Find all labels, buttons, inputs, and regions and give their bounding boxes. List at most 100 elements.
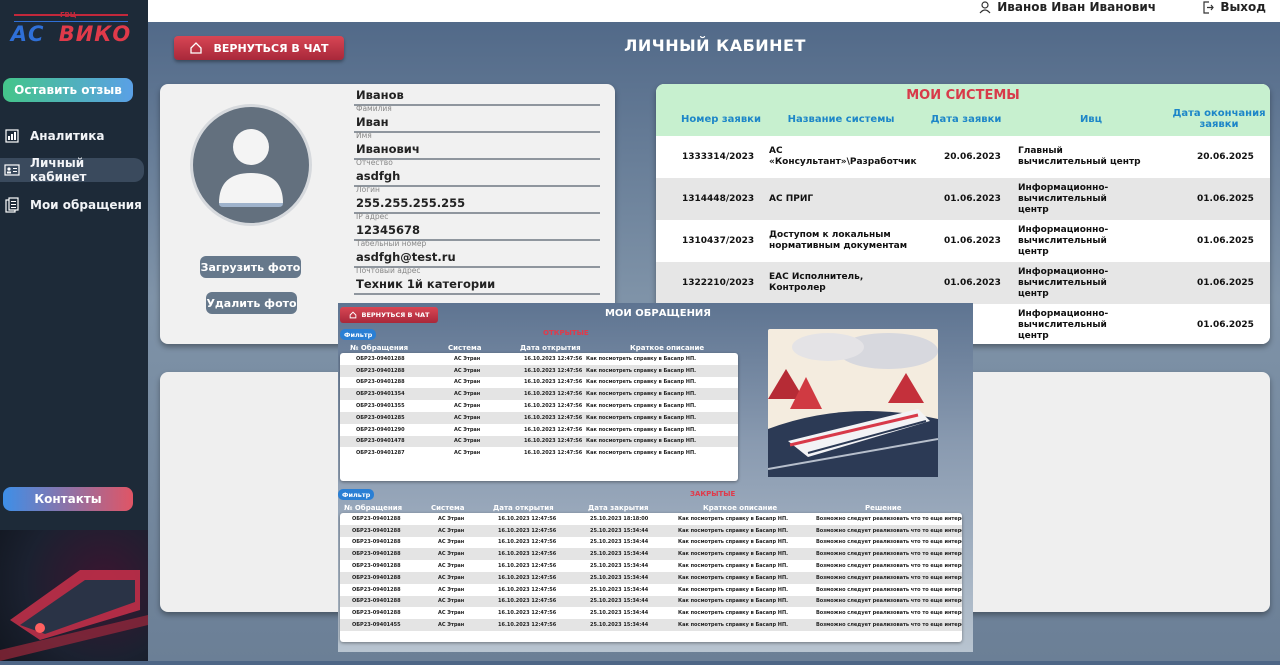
table-row[interactable]: ОБР23-09401288 АС Этран 16.10.2023 12:47:5…	[340, 548, 962, 561]
cell-system: Доступом к локальным нормативным докумен…	[769, 230, 908, 251]
cell-system: АС Этран	[438, 527, 465, 534]
cell-end-date: 01.06.2025	[1197, 319, 1254, 330]
table-row[interactable]: 1310437/2023 Доступом к локальным нормат…	[656, 220, 1270, 262]
table-row[interactable]: ОБР23-09401290 АС Этран 16.10.2023 12:47:5…	[340, 424, 738, 436]
closed-col-system: Система	[431, 504, 465, 512]
cell-solution: Возможно следует реализовать что то еще …	[816, 551, 962, 558]
table-row[interactable]: 1333314/2023 АС «Консультант»\Разработчи…	[656, 136, 1270, 178]
cell-number: ОБР23-09401288	[352, 586, 401, 593]
cell-description: Как посмотреть справку в Басапр НП.	[586, 426, 697, 433]
cell-open-date: 16.10.2023 12:47:56	[498, 610, 557, 617]
col-header-number: Номер заявки	[681, 114, 761, 125]
field-first-name[interactable]: Фамилия Иван	[354, 104, 600, 133]
table-row[interactable]: ОБР23-09401288 АС Этран 16.10.2023 12:47:5…	[340, 537, 962, 549]
back-to-chat-button[interactable]: ВЕРНУТЬСЯ В ЧАТ	[174, 36, 344, 60]
cell-system: АС Этран	[438, 610, 465, 617]
sidebar-item-profile[interactable]: Личный кабинет	[0, 156, 144, 184]
avatar	[190, 104, 312, 226]
cell-number: ОБР23-09401290	[356, 426, 405, 433]
filter-button-open[interactable]: Фильтр	[340, 329, 377, 340]
cell-description: Как посмотреть справку в Басапр НП.	[586, 355, 697, 362]
table-row[interactable]: ОБР23-09401288 АС Этран 16.10.2023 12:47:5…	[340, 571, 962, 584]
field-ip[interactable]: Логин 255.255.255.255	[354, 185, 600, 214]
field-label: IP адрес	[356, 212, 389, 221]
field-position[interactable]: Почтовый адрес Техник 1й категории	[354, 266, 600, 295]
table-row[interactable]: ОБР23-09401478 АС Этран 16.10.2023 12:47:5…	[340, 435, 738, 448]
cell-system: АС Этран	[454, 450, 481, 457]
table-row[interactable]: ОБР23-09401288 АС Этран 16.10.2023 12:47:5…	[340, 584, 962, 596]
field-email[interactable]: Табельный номер asdfgh@test.ru	[354, 239, 600, 268]
cell-number: ОБР23-09401288	[352, 563, 401, 570]
cell-open-date: 16.10.2023 12:47:56	[524, 391, 583, 398]
table-row[interactable]: ОБР23-09401288 АС Этран 16.10.2023 12:47:5…	[340, 377, 738, 389]
cell-open-date: 16.10.2023 12:47:56	[524, 450, 583, 457]
cell-solution: Возможно следует реализовать что то еще …	[816, 574, 962, 581]
table-row[interactable]: 1322210/2023 ЕАС Исполнитель, Контролер …	[656, 262, 1270, 304]
open-col-number: № Обращения	[350, 344, 409, 352]
delete-photo-button[interactable]: Удалить фото	[206, 292, 297, 314]
table-row[interactable]: ОБР23-09401287 АС Этран 16.10.2023 12:47:5…	[340, 447, 738, 459]
open-section-title: ОТКРЫТЫЕ	[543, 329, 589, 337]
cell-system: АС «Консультант»\Разработчик	[769, 146, 917, 167]
cell-number: ОБР23-09401288	[352, 610, 401, 617]
cell-close-date: 25.10.2023 15:34:44	[590, 551, 649, 558]
leave-feedback-button[interactable]: Оставить отзыв	[3, 78, 133, 102]
home-icon	[190, 42, 203, 54]
field-patronymic[interactable]: Имя Иванович	[354, 131, 600, 160]
app-logo[interactable]: ГВЦ АС ВИКО	[6, 8, 136, 48]
upload-photo-button[interactable]: Загрузить фото	[200, 256, 301, 278]
col-header-date: Дата заявки	[930, 114, 1002, 125]
cell-description: Как посмотреть справку в Басапр НП.	[678, 563, 789, 570]
cell-end-date: 01.06.2025	[1197, 235, 1254, 246]
cell-number: 1322210/2023	[682, 277, 755, 288]
page-title: ЛИЧНЫЙ КАБИНЕТ	[624, 36, 806, 55]
cell-ivc: Информационно-вычислительный центр	[1018, 266, 1109, 299]
cell-system: АС Этран	[454, 379, 481, 386]
cell-close-date: 25.10.2023 15:34:44	[590, 622, 649, 629]
cell-system: АС ПРИГ	[769, 193, 814, 204]
id-card-icon	[4, 162, 20, 178]
user-info[interactable]: Иванов Иван Иванович	[979, 0, 1156, 14]
contacts-button[interactable]: Контакты	[3, 487, 133, 511]
table-row[interactable]: ОБР23-09401288 АС Этран 16.10.2023 12:47:5…	[340, 595, 962, 608]
cell-system: АС Этран	[454, 438, 481, 445]
sidebar-item-appeals[interactable]: Мои обращения	[0, 193, 144, 217]
user-icon	[979, 0, 991, 13]
field-employee-number[interactable]: IP адрес 12345678	[354, 212, 600, 241]
cell-system: АС Этран	[454, 403, 481, 410]
table-row[interactable]: ОБР23-09401288 АС Этран 16.10.2023 12:47:5…	[340, 560, 962, 572]
cell-number: ОБР23-09401285	[356, 414, 405, 421]
cell-close-date: 25.10.2023 15:34:44	[590, 610, 649, 617]
cell-system: АС Этран	[438, 598, 465, 605]
field-label: Почтовый адрес	[356, 266, 421, 275]
table-row[interactable]: 1314448/2023 АС ПРИГ 01.06.2023 Информац…	[656, 178, 1270, 220]
cell-system: АС Этран	[454, 426, 481, 433]
table-row[interactable]: ОБР23-09401288 АС Этран 16.10.2023 12:47:5…	[340, 607, 962, 619]
table-row[interactable]: ОБР23-09401288 АС Этран 16.10.2023 12:47:5…	[340, 353, 738, 365]
logo-top-text: ГВЦ	[60, 11, 77, 19]
cell-description: Как посмотреть справку в Басапр НП.	[678, 539, 789, 546]
cell-number: ОБР23-09401288	[352, 539, 401, 546]
cell-open-date: 16.10.2023 12:47:56	[524, 403, 583, 410]
logout-button[interactable]: Выход	[1202, 0, 1266, 14]
table-row[interactable]: ОБР23-09401288 АС Этран 16.10.2023 12:47:5…	[340, 364, 738, 377]
table-row[interactable]: ОБР23-09401288 АС Этран 16.10.2023 12:47:5…	[340, 513, 962, 525]
cell-open-date: 16.10.2023 12:47:56	[498, 551, 557, 558]
cell-number: ОБР23-09401288	[352, 598, 401, 605]
train-illustration	[0, 530, 148, 661]
cell-end-date: 01.06.2025	[1197, 277, 1254, 288]
table-row[interactable]: ОБР23-09401288 АС Этран 16.10.2023 12:47:5…	[340, 524, 962, 537]
preview-back-to-chat-button[interactable]: ВЕРНУТЬСЯ В ЧАТ	[340, 307, 438, 323]
table-row[interactable]: ОБР23-09401455 АС Этран 16.10.2023 12:47:5…	[340, 619, 962, 631]
table-row[interactable]: ОБР23-09401285 АС Этран 16.10.2023 12:47:5…	[340, 411, 738, 424]
filter-button-closed[interactable]: Фильтр	[338, 489, 375, 500]
closed-col-solution: Решение	[865, 504, 902, 512]
field-value: Иван	[356, 115, 389, 129]
table-row[interactable]: ОБР23-09401354 АС Этран 16.10.2023 12:47:5…	[340, 388, 738, 401]
closed-appeals-table: ОБР23-09401288 АС Этран 16.10.2023 12:47:5…	[340, 513, 962, 642]
sidebar-item-analytics[interactable]: Аналитика	[0, 124, 144, 148]
cell-solution: Возможно следует реализовать что то еще …	[816, 527, 962, 534]
table-row[interactable]: ОБР23-09401355 АС Этран 16.10.2023 12:47:5…	[340, 400, 738, 412]
closed-col-open-date: Дата открытия	[493, 504, 554, 512]
field-login[interactable]: Отчество asdfgh	[354, 158, 600, 187]
